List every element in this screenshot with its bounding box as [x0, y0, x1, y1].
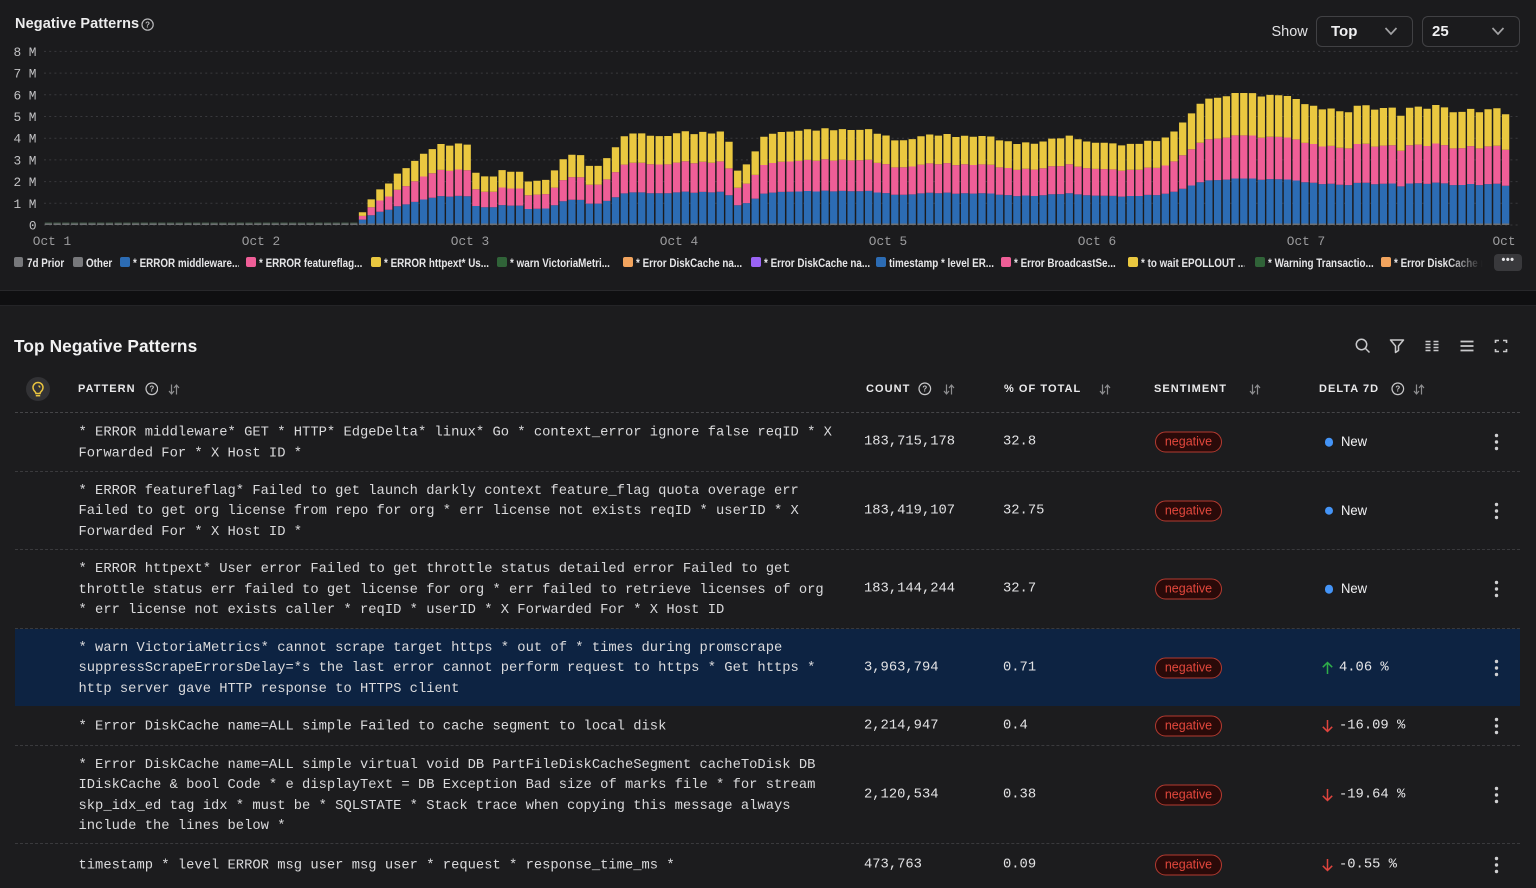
svg-text:1 M: 1 M	[13, 197, 36, 212]
svg-text:3 M: 3 M	[13, 153, 36, 168]
svg-text:Oct 1: Oct 1	[33, 234, 72, 249]
svg-text:Oct: Oct	[1492, 234, 1515, 249]
svg-text:?: ?	[149, 385, 154, 394]
svg-text:7 M: 7 M	[13, 67, 36, 82]
svg-text:Oct 6: Oct 6	[1078, 234, 1116, 249]
svg-text:6 M: 6 M	[13, 88, 36, 103]
svg-text:Oct 5: Oct 5	[869, 234, 907, 249]
svg-text:5 M: 5 M	[13, 110, 36, 125]
svg-text:0: 0	[29, 219, 37, 234]
svg-text:?: ?	[923, 385, 928, 394]
svg-text:8 M: 8 M	[13, 45, 36, 60]
svg-text:Oct 4: Oct 4	[660, 234, 699, 249]
svg-text:Oct 7: Oct 7	[1287, 234, 1325, 249]
svg-text:Oct 2: Oct 2	[242, 234, 280, 249]
svg-text:4 M: 4 M	[13, 132, 36, 147]
svg-text:?: ?	[1396, 385, 1401, 394]
svg-text:Oct 3: Oct 3	[451, 234, 489, 249]
svg-text:2 M: 2 M	[13, 175, 36, 190]
